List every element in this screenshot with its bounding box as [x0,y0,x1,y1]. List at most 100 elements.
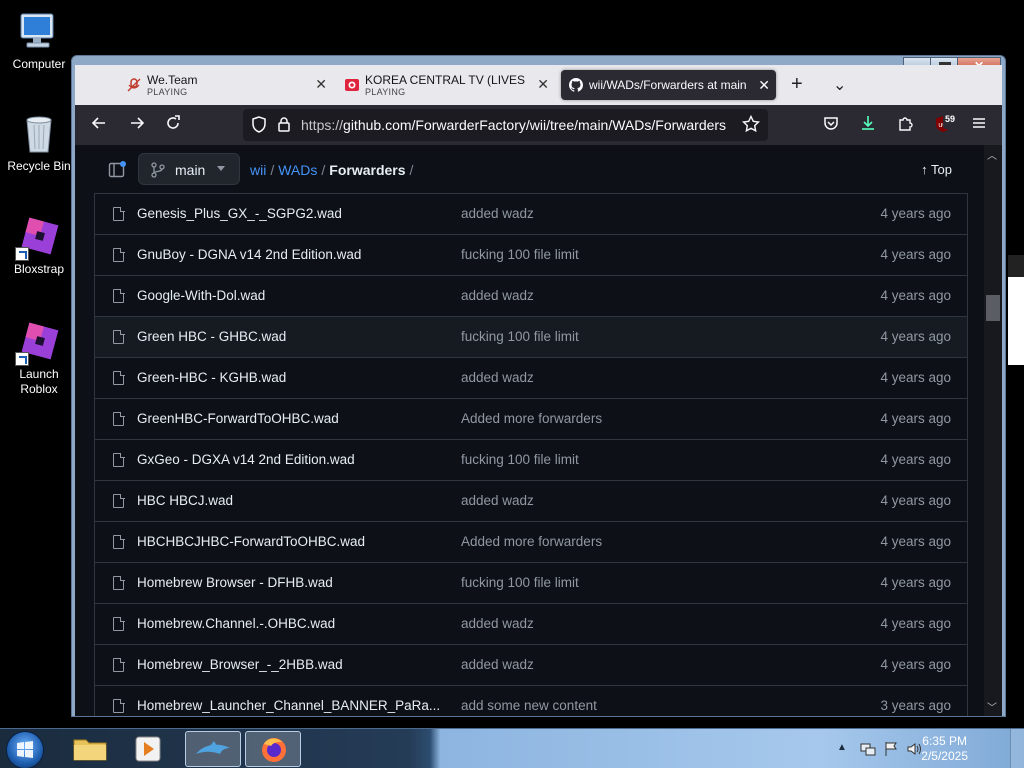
table-row[interactable]: Homebrew_Browser_-_2HBB.wad added wadz 4 y… [95,645,967,686]
taskbar-file-explorer[interactable] [62,731,118,767]
tab-github-forwarders[interactable]: wii/WADs/Forwarders at main ✕ [561,70,776,100]
desktop-icon-label: Recycle Bin [7,159,71,173]
start-button[interactable] [6,731,44,768]
top-button[interactable]: ↑ Top [921,162,952,177]
table-row[interactable]: Homebrew_Launcher_Channel_BANNER_PaRa...… [95,686,967,716]
table-row[interactable]: HBC HBCJ.wad added wadz 4 years ago [95,481,967,522]
file-name-link[interactable]: GxGeo - DGXA v14 2nd Edition.wad [137,452,355,467]
file-name-link[interactable]: Green-HBC - KGHB.wad [137,370,286,385]
tab-close-icon[interactable]: ✕ [758,77,770,94]
table-row[interactable]: GnuBoy - DGNA v14 2nd Edition.wad fucking… [95,235,967,276]
file-name-link[interactable]: Genesis_Plus_GX_-_SGPG2.wad [137,206,342,221]
chevron-down-icon[interactable]: ⌄ [833,75,846,95]
commit-message-link[interactable]: added wadz [461,206,534,221]
table-row[interactable]: Homebrew Browser - DFHB.wad fucking 100 f… [95,563,967,604]
commit-message-link[interactable]: add some new content [461,698,597,713]
scroll-thumb[interactable] [986,295,1000,321]
tab-korea-central-tv[interactable]: KOREA CENTRAL TV (LIVESTRE PLAYING ✕ [345,70,555,100]
commit-message-link[interactable]: fucking 100 file limit [461,329,579,344]
commit-message-link[interactable]: added wadz [461,288,534,303]
show-hidden-icons-icon[interactable]: ▲ [837,742,847,753]
branch-selector-button[interactable]: main [138,153,240,185]
desktop-icon-bloxstrap[interactable]: Bloxstrap [4,215,74,277]
breadcrumb-repo-link[interactable]: wii [250,162,266,178]
table-row[interactable]: Google-With-Dol.wad added wadz 4 years ago [95,276,967,317]
tab-weteam[interactable]: We.Team PLAYING ✕ [127,70,333,100]
file-name-link[interactable]: Homebrew_Launcher_Channel_BANNER_PaRa... [137,698,440,713]
video-favicon-icon [345,78,359,92]
show-desktop-button[interactable] [1010,729,1024,768]
scroll-down-arrow-icon[interactable]: ﹀ [987,699,997,714]
commit-message-link[interactable]: added wadz [461,493,534,508]
ublock-origin-icon[interactable]: uO 59 [935,109,957,138]
commit-message-link[interactable]: added wadz [461,370,534,385]
file-name-link[interactable]: GreenHBC-ForwardToOHBC.wad [137,411,339,426]
commit-message-link[interactable]: fucking 100 file limit [461,247,579,262]
taskbar-dolphin[interactable] [185,731,241,767]
breadcrumb-current: Forwarders [329,162,406,178]
file-icon [113,329,125,344]
firefox-icon [262,738,286,762]
commit-message-link[interactable]: added wadz [461,616,534,631]
file-name-link[interactable]: Homebrew.Channel.-.OHBC.wad [137,616,335,631]
hamburger-menu-icon[interactable] [971,115,987,136]
scroll-up-arrow-icon[interactable]: ︿ [987,147,997,162]
commit-message-link[interactable]: Added more forwarders [461,411,602,426]
forward-arrow-icon[interactable] [129,115,145,136]
bookmark-star-icon[interactable] [741,114,761,138]
desktop-icon-launch-roblox[interactable]: Launch Roblox [4,320,74,397]
volume-icon[interactable] [906,741,922,762]
url-path: github.com/ForwarderFactory/wii/tree/mai… [343,117,727,133]
extensions-puzzle-icon[interactable] [897,115,913,136]
commit-age: 4 years ago [880,616,951,631]
commit-message-link[interactable]: added wadz [461,657,534,672]
navigation-toolbar: https://github.com/ForwarderFactory/wii/… [75,105,1002,145]
table-row[interactable]: Green-HBC - KGHB.wad added wadz 4 years ag… [95,358,967,399]
roblox-icon [15,320,61,366]
table-row[interactable]: GreenHBC-ForwardToOHBC.wad Added more for… [95,399,967,440]
tab-title: We.Team [147,73,198,87]
vertical-scrollbar[interactable]: ︿ ﹀ [984,145,1002,716]
commit-message-link[interactable]: Added more forwarders [461,534,602,549]
tab-status: PLAYING [365,87,406,97]
lock-icon[interactable] [277,116,291,137]
table-row[interactable]: Genesis_Plus_GX_-_SGPG2.wad added wadz 4 y… [95,194,967,235]
url-text[interactable]: https://github.com/ForwarderFactory/wii/… [301,117,726,133]
table-row[interactable]: HBCHBCJHBC-ForwardToOHBC.wad Added more f… [95,522,967,563]
file-tree-toggle-icon[interactable] [108,161,126,184]
tab-close-icon[interactable]: ✕ [315,76,327,93]
commit-message-link[interactable]: fucking 100 file limit [461,452,579,467]
file-name-link[interactable]: Homebrew Browser - DFHB.wad [137,575,333,590]
file-icon [113,616,125,631]
pocket-icon[interactable] [823,115,839,136]
file-name-link[interactable]: Green HBC - GHBC.wad [137,329,286,344]
table-row[interactable]: Green HBC - GHBC.wad fucking 100 file lim… [95,317,967,358]
file-name-link[interactable]: Google-With-Dol.wad [137,288,265,303]
table-row[interactable]: Homebrew.Channel.-.OHBC.wad added wadz 4 y… [95,604,967,645]
desktop-icon-recycle-bin[interactable]: Recycle Bin [4,112,74,174]
taskbar-media-player[interactable] [120,731,176,767]
file-name-link[interactable]: GnuBoy - DGNA v14 2nd Edition.wad [137,247,361,262]
table-row[interactable]: GxGeo - DGXA v14 2nd Edition.wad fucking … [95,440,967,481]
url-bar[interactable]: https://github.com/ForwarderFactory/wii/… [243,109,768,141]
action-center-flag-icon[interactable] [884,741,898,762]
file-name-link[interactable]: HBC HBCJ.wad [137,493,233,508]
file-name-link[interactable]: HBCHBCJHBC-ForwardToOHBC.wad [137,534,365,549]
back-arrow-icon[interactable] [91,115,107,136]
desktop-icon-computer[interactable]: Computer [4,10,74,72]
top-label: Top [931,162,952,177]
new-tab-icon[interactable]: + [791,73,803,96]
taskbar-firefox[interactable] [245,731,301,767]
breadcrumb-folder-link[interactable]: WADs [278,162,317,178]
network-icon[interactable] [860,741,876,762]
file-name-link[interactable]: Homebrew_Browser_-_2HBB.wad [137,657,343,672]
tracking-shield-icon[interactable] [251,116,267,138]
reload-icon[interactable] [165,115,181,136]
commit-message-link[interactable]: fucking 100 file limit [461,575,579,590]
tab-close-icon[interactable]: ✕ [537,76,549,93]
file-icon [113,698,125,713]
arrow-up-icon: ↑ [921,162,928,177]
shortcut-arrow-icon [15,247,29,261]
clock[interactable]: 6:35 PM 2/5/2025 [921,734,968,764]
downloads-icon[interactable] [860,115,876,136]
